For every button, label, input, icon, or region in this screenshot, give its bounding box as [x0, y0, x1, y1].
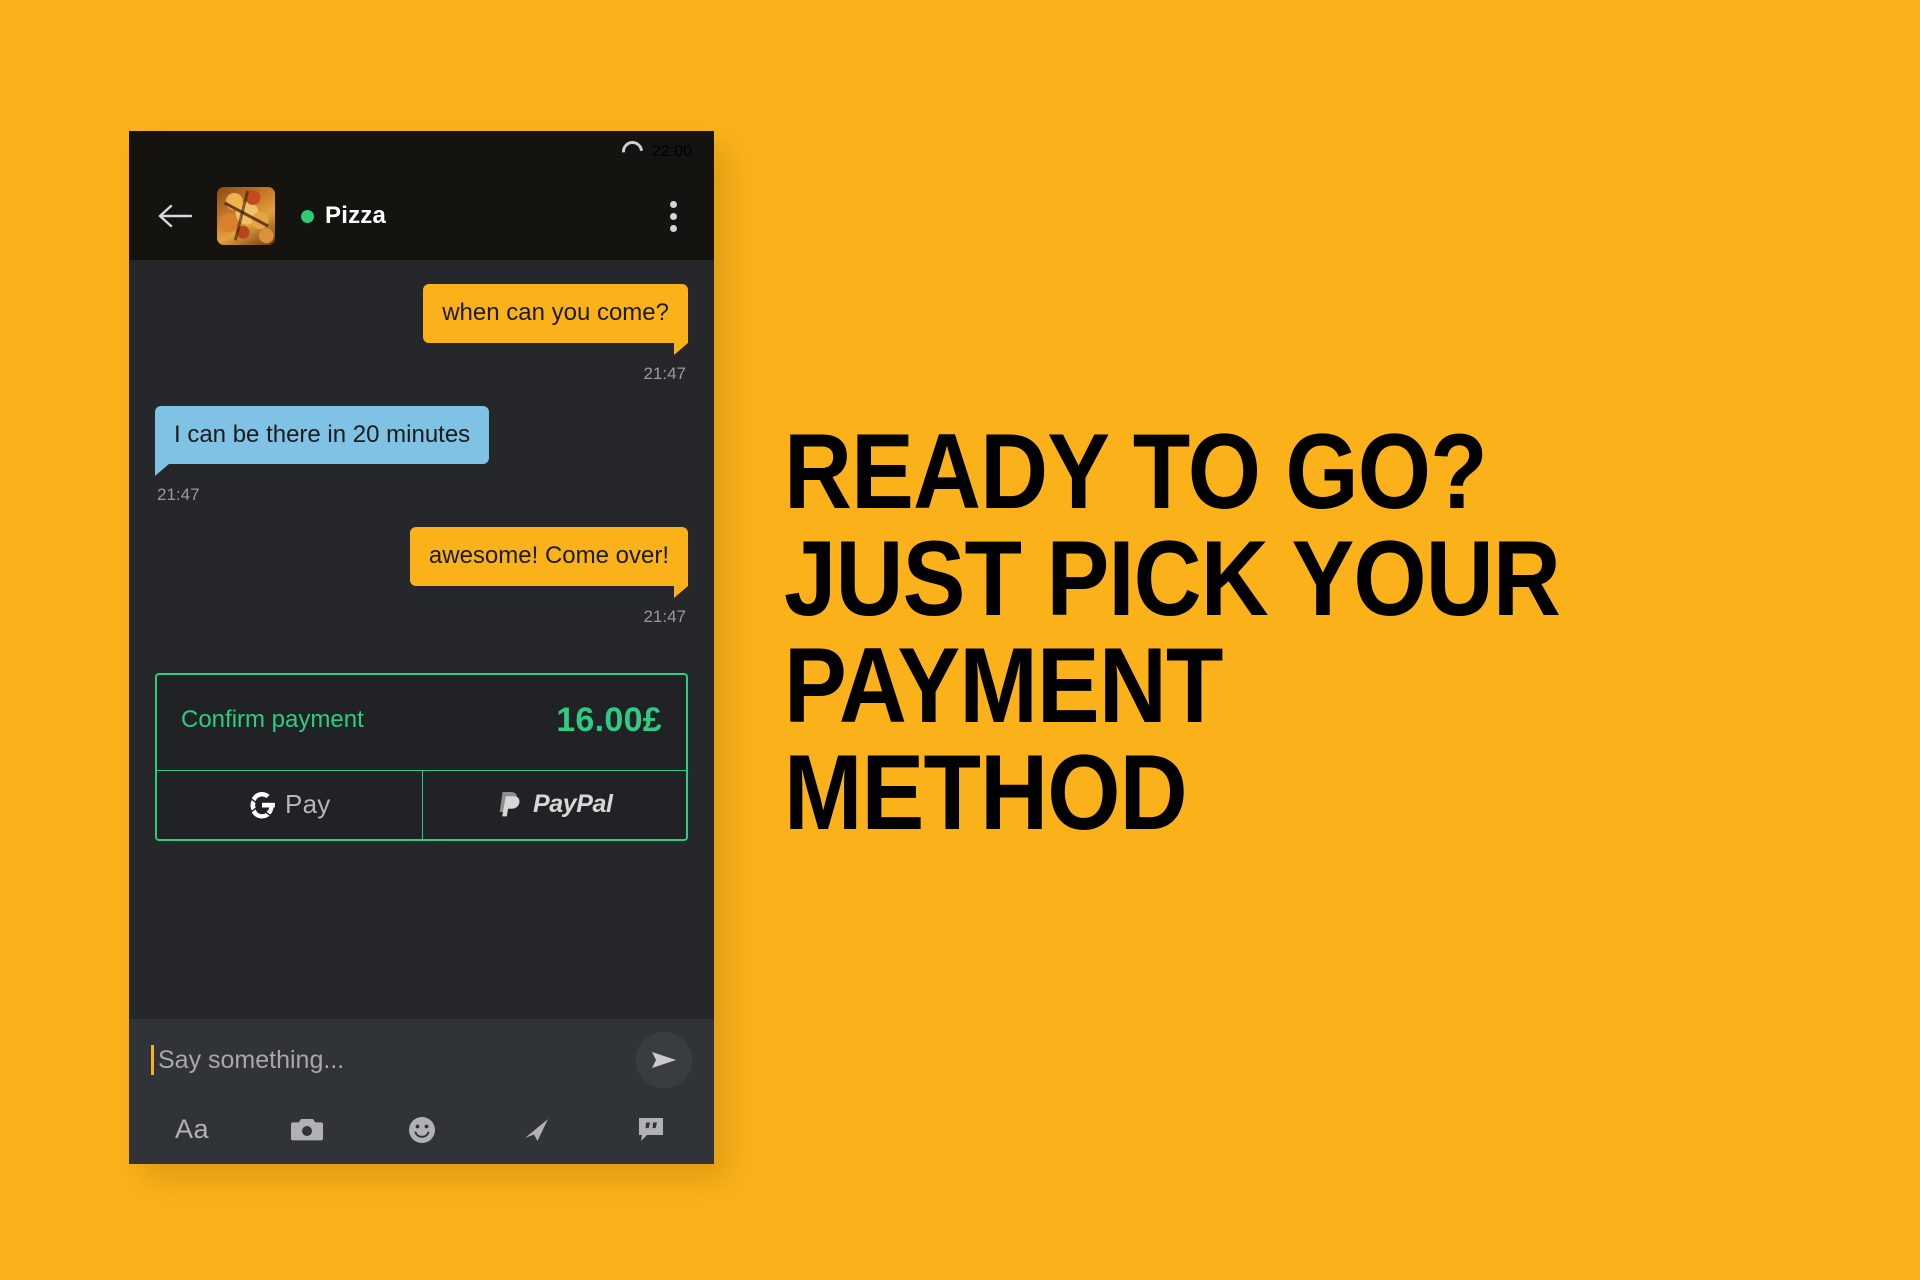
message-row-incoming-1: I can be there in 20 minutes 21:47 — [155, 405, 688, 506]
google-g-icon — [250, 791, 275, 819]
google-pay-button[interactable]: Pay — [157, 771, 422, 839]
overflow-menu-button[interactable] — [652, 192, 694, 240]
message-timestamp: 21:47 — [643, 606, 686, 626]
text-format-button[interactable]: Aa — [165, 1108, 219, 1152]
emoji-button[interactable] — [395, 1108, 449, 1152]
paypal-label: PayPal — [532, 790, 613, 819]
payment-summary: Confirm payment 16.00£ — [157, 675, 686, 771]
message-bubble[interactable]: I can be there in 20 minutes — [155, 405, 490, 476]
send-button[interactable] — [636, 1032, 692, 1088]
message-composer: Aa — [129, 1019, 714, 1164]
status-bar: 22:00 — [129, 131, 714, 172]
quote-bubble-icon — [639, 1117, 663, 1141]
payment-label: Confirm payment — [181, 706, 364, 734]
text-format-icon: Aa — [174, 1114, 210, 1144]
send-icon — [652, 1052, 676, 1068]
status-bar-clock: 22:00 — [651, 142, 692, 160]
back-arrow-icon — [158, 204, 192, 228]
message-thread[interactable]: when can you come? 21:47 I can be there … — [129, 260, 714, 1019]
payment-amount: 16.00£ — [556, 700, 662, 739]
contact-name: Pizza — [325, 202, 387, 229]
more-vertical-icon-dot-2 — [669, 212, 677, 220]
phone-mockup: 22:00 Pizza when can you come? 21:47 I c… — [129, 131, 714, 1164]
headline-line-3: PAYMENT — [784, 625, 1223, 745]
online-status-dot — [301, 209, 314, 223]
message-bubble[interactable]: when can you come? — [423, 284, 688, 355]
more-vertical-icon-dot-1 — [669, 200, 677, 208]
message-timestamp: 21:47 — [157, 485, 200, 505]
composer-input-row — [151, 1019, 692, 1101]
payment-card: Confirm payment 16.00£ Pay PayPal — [155, 672, 688, 841]
headline-line-1: READY TO GO? — [784, 411, 1488, 531]
smiley-icon — [408, 1116, 435, 1143]
sticker-button[interactable] — [624, 1108, 678, 1152]
location-arrow-icon — [525, 1118, 549, 1141]
chat-title-group[interactable]: Pizza — [301, 202, 652, 230]
headline-line-4: METHOD — [784, 732, 1188, 852]
headline-line-2: JUST PICK YOUR — [784, 518, 1561, 638]
composer-toolbar: Aa — [151, 1101, 692, 1164]
message-bubble[interactable]: awesome! Come over! — [409, 527, 689, 598]
google-pay-label: Pay — [285, 789, 331, 820]
paypal-p-icon — [499, 791, 520, 817]
avatar[interactable] — [217, 187, 275, 245]
camera-button[interactable] — [280, 1108, 334, 1152]
paypal-button[interactable]: PayPal — [421, 770, 687, 839]
loading-spinner-icon — [617, 136, 648, 167]
more-vertical-icon-dot-3 — [669, 224, 677, 232]
message-timestamp: 21:47 — [643, 363, 686, 383]
back-button[interactable] — [155, 196, 195, 236]
page-headline: READY TO GO? JUST PICK YOUR PAYMENT METH… — [784, 418, 1576, 846]
camera-icon — [290, 1118, 323, 1140]
location-button[interactable] — [509, 1108, 563, 1152]
message-input[interactable] — [154, 1045, 636, 1075]
message-row-outgoing-2: awesome! Come over! 21:47 — [155, 527, 689, 627]
chat-app-bar: Pizza — [129, 172, 714, 260]
payment-method-list: Pay PayPal — [157, 770, 687, 839]
message-row-outgoing-1: when can you come? 21:47 — [155, 284, 688, 384]
